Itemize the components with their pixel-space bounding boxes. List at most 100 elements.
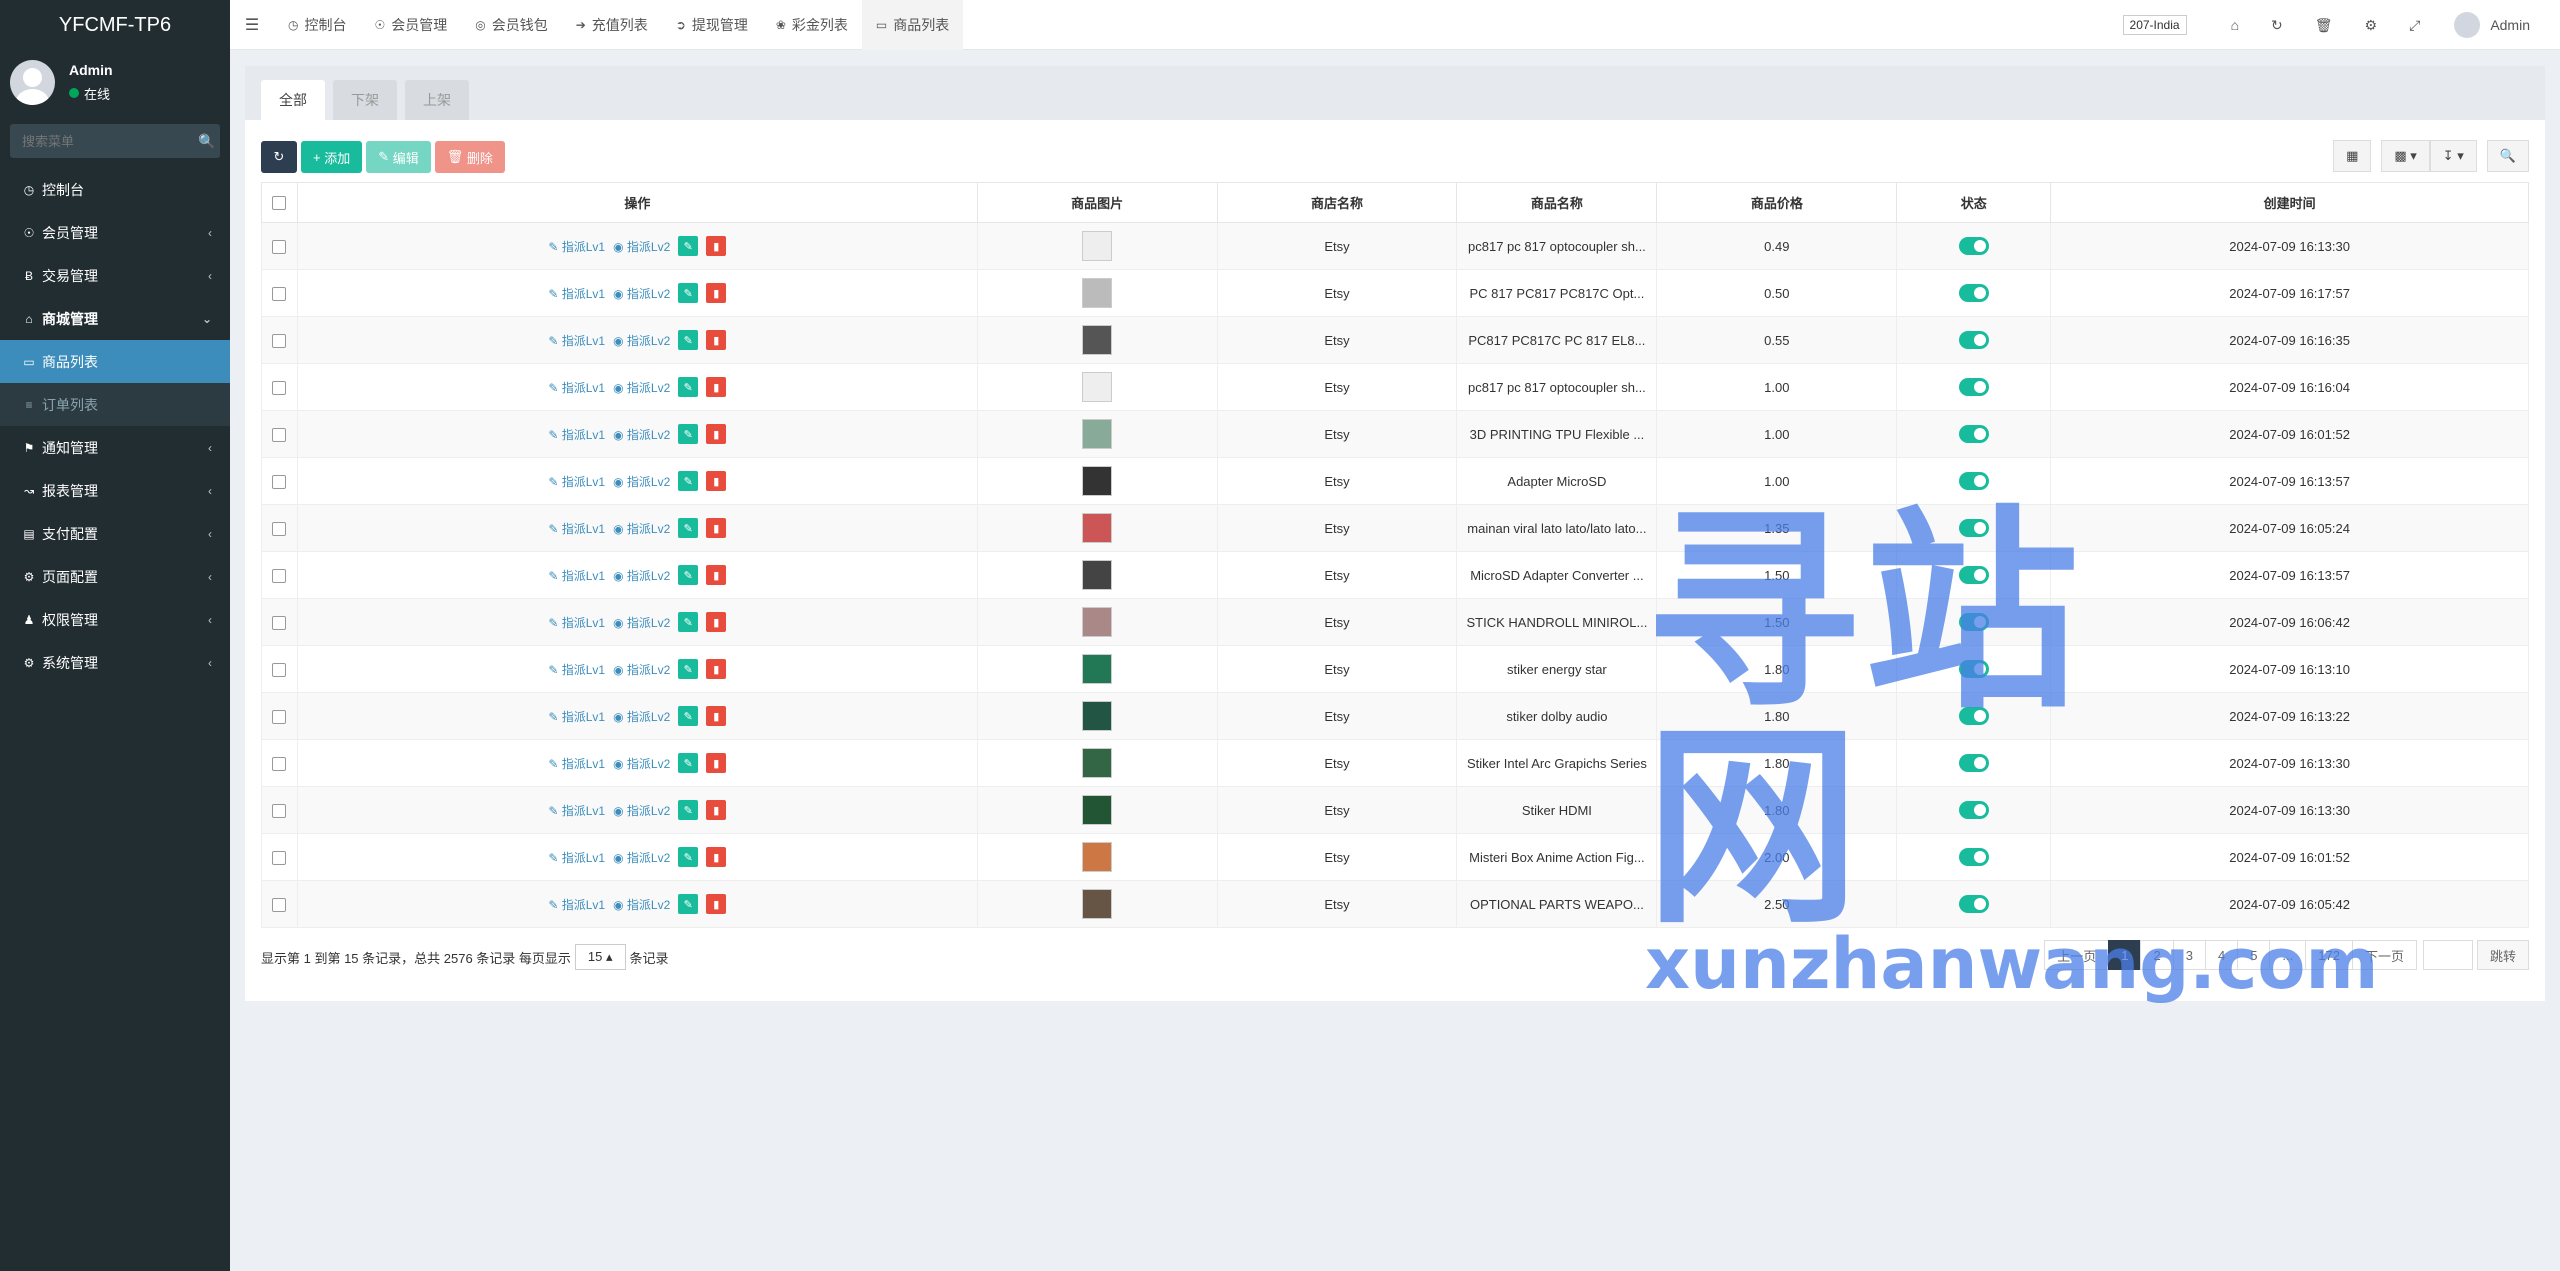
product-thumbnail[interactable] (1082, 513, 1113, 543)
row-edit-button[interactable]: ✎ (678, 283, 699, 303)
page-button-5[interactable]: 5 (2237, 940, 2271, 970)
status-toggle[interactable] (1958, 284, 1989, 302)
row-edit-button[interactable]: ✎ (678, 847, 699, 867)
columns-button[interactable]: ▩ ▾ (2381, 140, 2430, 172)
product-thumbnail[interactable] (1082, 795, 1113, 825)
row-delete-button[interactable]: ▮ (706, 471, 727, 491)
status-toggle[interactable] (1958, 848, 1989, 866)
status-toggle[interactable] (1958, 801, 1989, 819)
row-checkbox[interactable] (272, 239, 287, 254)
row-edit-button[interactable]: ✎ (678, 612, 699, 632)
assign-lv1-link[interactable]: ✎ 指派Lv1 (548, 520, 605, 537)
prev-page-button[interactable]: 上一页 (2044, 940, 2110, 970)
row-checkbox[interactable] (272, 615, 287, 630)
assign-lv1-link[interactable]: ✎ 指派Lv1 (548, 238, 605, 255)
table-row[interactable]: ✎ 指派Lv1 ◉ 指派Lv2 ✎ ▮ Etsy 3D PRINTING TPU… (261, 410, 2529, 458)
status-toggle[interactable] (1958, 472, 1989, 490)
sidebar-item-orders[interactable]: ≡ 订单列表 (0, 383, 230, 426)
row-checkbox[interactable] (272, 333, 287, 348)
delete-button[interactable]: 🗑 删除 (434, 141, 505, 173)
table-row[interactable]: ✎ 指派Lv1 ◉ 指派Lv2 ✎ ▮ Etsy pc817 pc 817 op… (261, 222, 2529, 270)
assign-lv1-link[interactable]: ✎ 指派Lv1 (548, 426, 605, 443)
assign-lv2-link[interactable]: ◉ 指派Lv2 (613, 285, 670, 302)
row-edit-button[interactable]: ✎ (678, 800, 699, 820)
assign-lv2-link[interactable]: ◉ 指派Lv2 (613, 473, 670, 490)
row-edit-button[interactable]: ✎ (678, 659, 699, 679)
product-thumbnail[interactable] (1082, 842, 1113, 872)
nav-tab-wallet[interactable]: ◎ 会员钱包 (461, 0, 561, 50)
row-checkbox[interactable] (272, 380, 287, 395)
row-delete-button[interactable]: ▮ (706, 753, 727, 773)
table-row[interactable]: ✎ 指派Lv1 ◉ 指派Lv2 ✎ ▮ Etsy Misteri Box Ani… (261, 833, 2529, 881)
status-toggle[interactable] (1958, 895, 1989, 913)
assign-lv1-link[interactable]: ✎ 指派Lv1 (548, 614, 605, 631)
assign-lv1-link[interactable]: ✎ 指派Lv1 (548, 473, 605, 490)
menu-toggle-icon[interactable]: ☰ (230, 15, 274, 35)
product-thumbnail[interactable] (1082, 466, 1113, 496)
row-checkbox[interactable] (272, 662, 287, 677)
sidebar-item-products[interactable]: ▭ 商品列表 (0, 340, 230, 383)
assign-lv1-link[interactable]: ✎ 指派Lv1 (548, 379, 605, 396)
product-thumbnail[interactable] (1082, 231, 1113, 261)
add-button[interactable]: + 添加 (301, 141, 363, 173)
assign-lv1-link[interactable]: ✎ 指派Lv1 (548, 708, 605, 725)
row-edit-button[interactable]: ✎ (678, 518, 699, 538)
sidebar-item-notify[interactable]: ⚑ 通知管理 ‹ (0, 426, 230, 469)
header-status[interactable]: 状态 (1896, 182, 2052, 223)
status-toggle[interactable] (1958, 378, 1989, 396)
row-checkbox[interactable] (272, 427, 287, 442)
row-delete-button[interactable]: ▮ (706, 800, 727, 820)
home-icon[interactable]: ⌂ (2231, 17, 2239, 33)
page-button-1[interactable]: 1 (2108, 940, 2142, 970)
sidebar-item-mall[interactable]: ⌂ 商城管理 ⌄ (0, 297, 230, 340)
row-delete-button[interactable]: ▮ (706, 330, 727, 350)
table-row[interactable]: ✎ 指派Lv1 ◉ 指派Lv2 ✎ ▮ Etsy STICK HANDROLL … (261, 598, 2529, 646)
search-button[interactable]: 🔍 (2486, 140, 2529, 172)
product-thumbnail[interactable] (1082, 889, 1113, 919)
status-toggle[interactable] (1958, 331, 1989, 349)
sidebar-item-permissions[interactable]: ♟ 权限管理 ‹ (0, 598, 230, 641)
jump-button[interactable]: 跳转 (2476, 940, 2529, 970)
edit-button[interactable]: ✎ 编辑 (366, 141, 431, 173)
status-toggle[interactable] (1958, 519, 1989, 537)
sidebar-item-trade[interactable]: Ƀ 交易管理 ‹ (0, 254, 230, 297)
row-delete-button[interactable]: ▮ (706, 706, 727, 726)
tab-online[interactable]: 上架 (405, 80, 469, 120)
assign-lv2-link[interactable]: ◉ 指派Lv2 (613, 708, 670, 725)
assign-lv2-link[interactable]: ◉ 指派Lv2 (613, 567, 670, 584)
page-button-3[interactable]: 3 (2172, 940, 2206, 970)
row-checkbox[interactable] (272, 568, 287, 583)
nav-tab-withdraw[interactable]: ➲ 提现管理 (662, 0, 762, 50)
nav-tab-dashboard[interactable]: ◷ 控制台 (274, 0, 360, 50)
language-select[interactable]: 207-India (2122, 15, 2187, 35)
row-checkbox[interactable] (272, 756, 287, 771)
assign-lv2-link[interactable]: ◉ 指派Lv2 (613, 520, 670, 537)
row-checkbox[interactable] (272, 850, 287, 865)
sidebar-item-system[interactable]: ⚙ 系统管理 ‹ (0, 641, 230, 684)
row-checkbox[interactable] (272, 521, 287, 536)
row-edit-button[interactable]: ✎ (678, 894, 699, 914)
status-toggle[interactable] (1958, 237, 1989, 255)
row-delete-button[interactable]: ▮ (706, 659, 727, 679)
table-row[interactable]: ✎ 指派Lv1 ◉ 指派Lv2 ✎ ▮ Etsy mainan viral la… (261, 504, 2529, 552)
row-checkbox[interactable] (272, 474, 287, 489)
row-checkbox[interactable] (272, 286, 287, 301)
assign-lv1-link[interactable]: ✎ 指派Lv1 (548, 567, 605, 584)
row-delete-button[interactable]: ▮ (706, 612, 727, 632)
page-button-2[interactable]: 2 (2140, 940, 2174, 970)
row-edit-button[interactable]: ✎ (678, 236, 699, 256)
table-row[interactable]: ✎ 指派Lv1 ◉ 指派Lv2 ✎ ▮ Etsy MicroSD Adapter… (261, 551, 2529, 599)
product-thumbnail[interactable] (1082, 560, 1113, 590)
status-toggle[interactable] (1958, 707, 1989, 725)
product-thumbnail[interactable] (1082, 701, 1113, 731)
row-edit-button[interactable]: ✎ (678, 377, 699, 397)
jump-page-input[interactable] (2422, 940, 2473, 970)
nav-tab-members[interactable]: ☉ 会员管理 (360, 0, 461, 50)
assign-lv1-link[interactable]: ✎ 指派Lv1 (548, 285, 605, 302)
sidebar-search-input[interactable] (22, 133, 198, 149)
row-delete-button[interactable]: ▮ (706, 894, 727, 914)
product-thumbnail[interactable] (1082, 748, 1113, 778)
pagesize-select[interactable]: 15 ▴ (574, 944, 626, 970)
header-created[interactable]: 创建时间 (2050, 182, 2529, 223)
tab-all[interactable]: 全部 (261, 80, 325, 120)
